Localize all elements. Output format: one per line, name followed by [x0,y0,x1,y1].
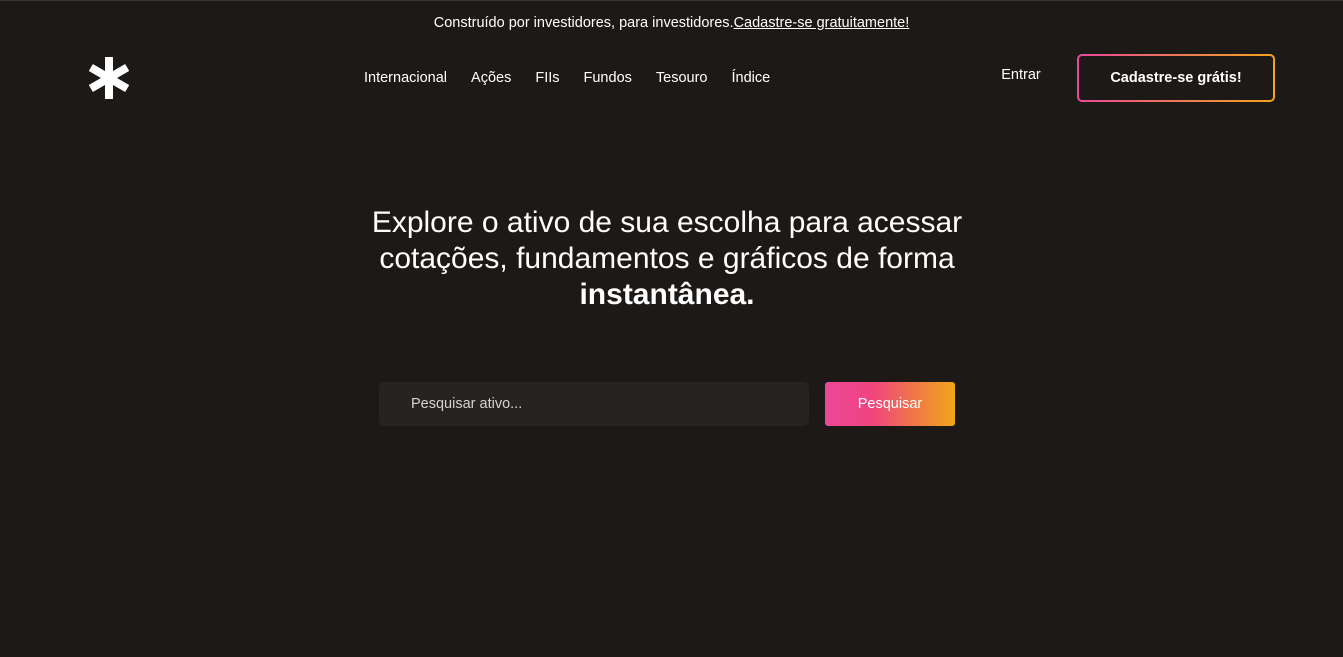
hero-heading-text: Explore o ativo de sua escolha para aces… [371,206,963,275]
announcement-bar: Construído por investidores, para invest… [0,12,1343,34]
signup-button[interactable]: Cadastre-se grátis! [1077,54,1275,102]
top-divider [0,0,1343,1]
main-nav: Internacional Ações FIIs Fundos Tesouro … [364,66,770,90]
search-button[interactable]: Pesquisar [825,382,955,426]
hero-heading-emphasis: instantânea. [579,278,755,311]
nav-item-internacional[interactable]: Internacional [364,66,447,90]
nav-item-fundos[interactable]: Fundos [584,66,632,90]
nav-item-fiis[interactable]: FIIs [535,66,559,90]
asterisk-logo-icon[interactable] [86,57,132,99]
nav-item-indice[interactable]: Índice [731,66,770,90]
signup-button-label: Cadastre-se grátis! [1079,56,1273,100]
nav-item-tesouro[interactable]: Tesouro [656,66,708,90]
announcement-text: Construído por investidores, para invest… [433,15,734,31]
login-button[interactable]: Entrar [986,56,1056,102]
search-input[interactable] [379,382,809,426]
nav-item-acoes[interactable]: Ações [471,66,511,90]
hero-heading: Explore o ativo de sua escolha para aces… [371,205,963,313]
announcement-signup-link[interactable]: Cadastre-se gratuitamente! [734,15,910,31]
